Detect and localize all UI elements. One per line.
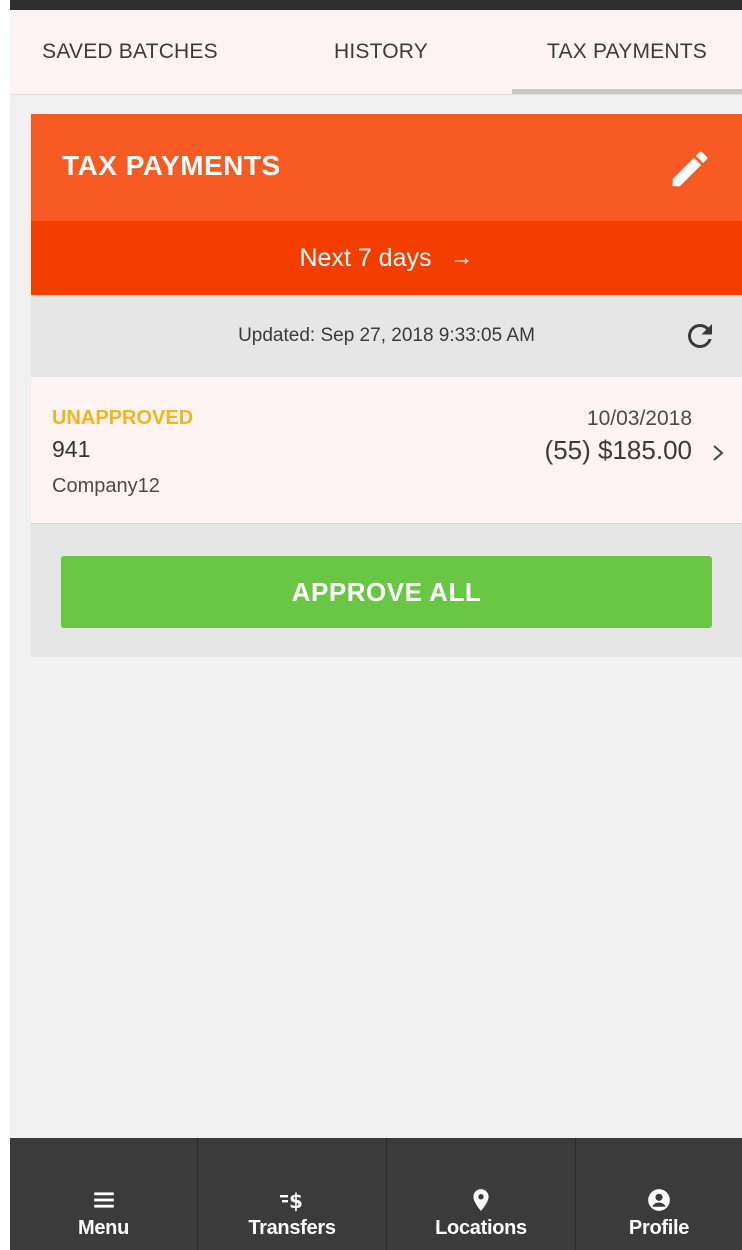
pencil-icon[interactable] bbox=[667, 146, 713, 192]
nav-transfers[interactable]: $ Transfers bbox=[198, 1138, 387, 1250]
updated-row: Updated: Sep 27, 2018 9:33:05 AM bbox=[31, 295, 742, 377]
left-edge bbox=[0, 0, 10, 1250]
nav-transfers-label: Transfers bbox=[248, 1217, 336, 1239]
svg-text:$: $ bbox=[289, 1189, 303, 1213]
tab-bar: SAVED BATCHES HISTORY TAX PAYMENTS bbox=[10, 10, 742, 95]
location-pin-icon bbox=[473, 1189, 489, 1211]
payment-date: 10/03/2018 bbox=[586, 407, 692, 430]
nav-profile-label: Profile bbox=[628, 1217, 690, 1239]
tax-form-code: 941 bbox=[52, 436, 91, 462]
card-header: TAX PAYMENTS bbox=[31, 114, 742, 221]
payment-amount: (55) $185.00 bbox=[544, 435, 692, 465]
tax-payments-card: TAX PAYMENTS Next 7 days → Updated: Sep … bbox=[31, 114, 742, 657]
tab-tax-payments[interactable]: TAX PAYMENTS bbox=[512, 10, 742, 94]
approve-all-button[interactable]: APPROVE ALL bbox=[61, 556, 712, 628]
company-name: Company12 bbox=[52, 475, 160, 497]
nav-menu-label: Menu bbox=[77, 1217, 130, 1239]
status-badge: UNAPPROVED bbox=[52, 407, 194, 429]
updated-timestamp: Updated: Sep 27, 2018 9:33:05 AM bbox=[238, 325, 535, 346]
nav-locations-label: Locations bbox=[435, 1217, 527, 1239]
tab-history[interactable]: HISTORY bbox=[250, 10, 512, 94]
date-range-label: Next 7 days bbox=[299, 243, 432, 272]
nav-profile[interactable]: Profile bbox=[576, 1138, 742, 1250]
date-range-selector[interactable]: Next 7 days → bbox=[31, 221, 742, 295]
profile-icon bbox=[648, 1189, 670, 1211]
screen: SAVED BATCHES HISTORY TAX PAYMENTS TAX P… bbox=[0, 0, 742, 1250]
refresh-icon[interactable] bbox=[682, 318, 718, 354]
payment-list-item[interactable]: UNAPPROVED 941 Company12 10/03/2018 (55)… bbox=[31, 377, 742, 524]
arrow-right-icon: → bbox=[449, 244, 474, 271]
card-title: TAX PAYMENTS bbox=[62, 150, 281, 181]
app: SAVED BATCHES HISTORY TAX PAYMENTS TAX P… bbox=[10, 10, 742, 1250]
menu-icon bbox=[93, 1192, 114, 1208]
status-bar bbox=[10, 0, 742, 10]
tab-saved-batches[interactable]: SAVED BATCHES bbox=[10, 10, 250, 94]
active-tab-indicator bbox=[512, 89, 742, 94]
transfers-icon: $ bbox=[280, 1189, 303, 1213]
bottom-nav: Menu $ Transfers Locations Profile bbox=[10, 1138, 742, 1250]
chevron-right-icon bbox=[713, 445, 724, 461]
nav-locations[interactable]: Locations bbox=[387, 1138, 576, 1250]
nav-menu[interactable]: Menu bbox=[10, 1138, 198, 1250]
